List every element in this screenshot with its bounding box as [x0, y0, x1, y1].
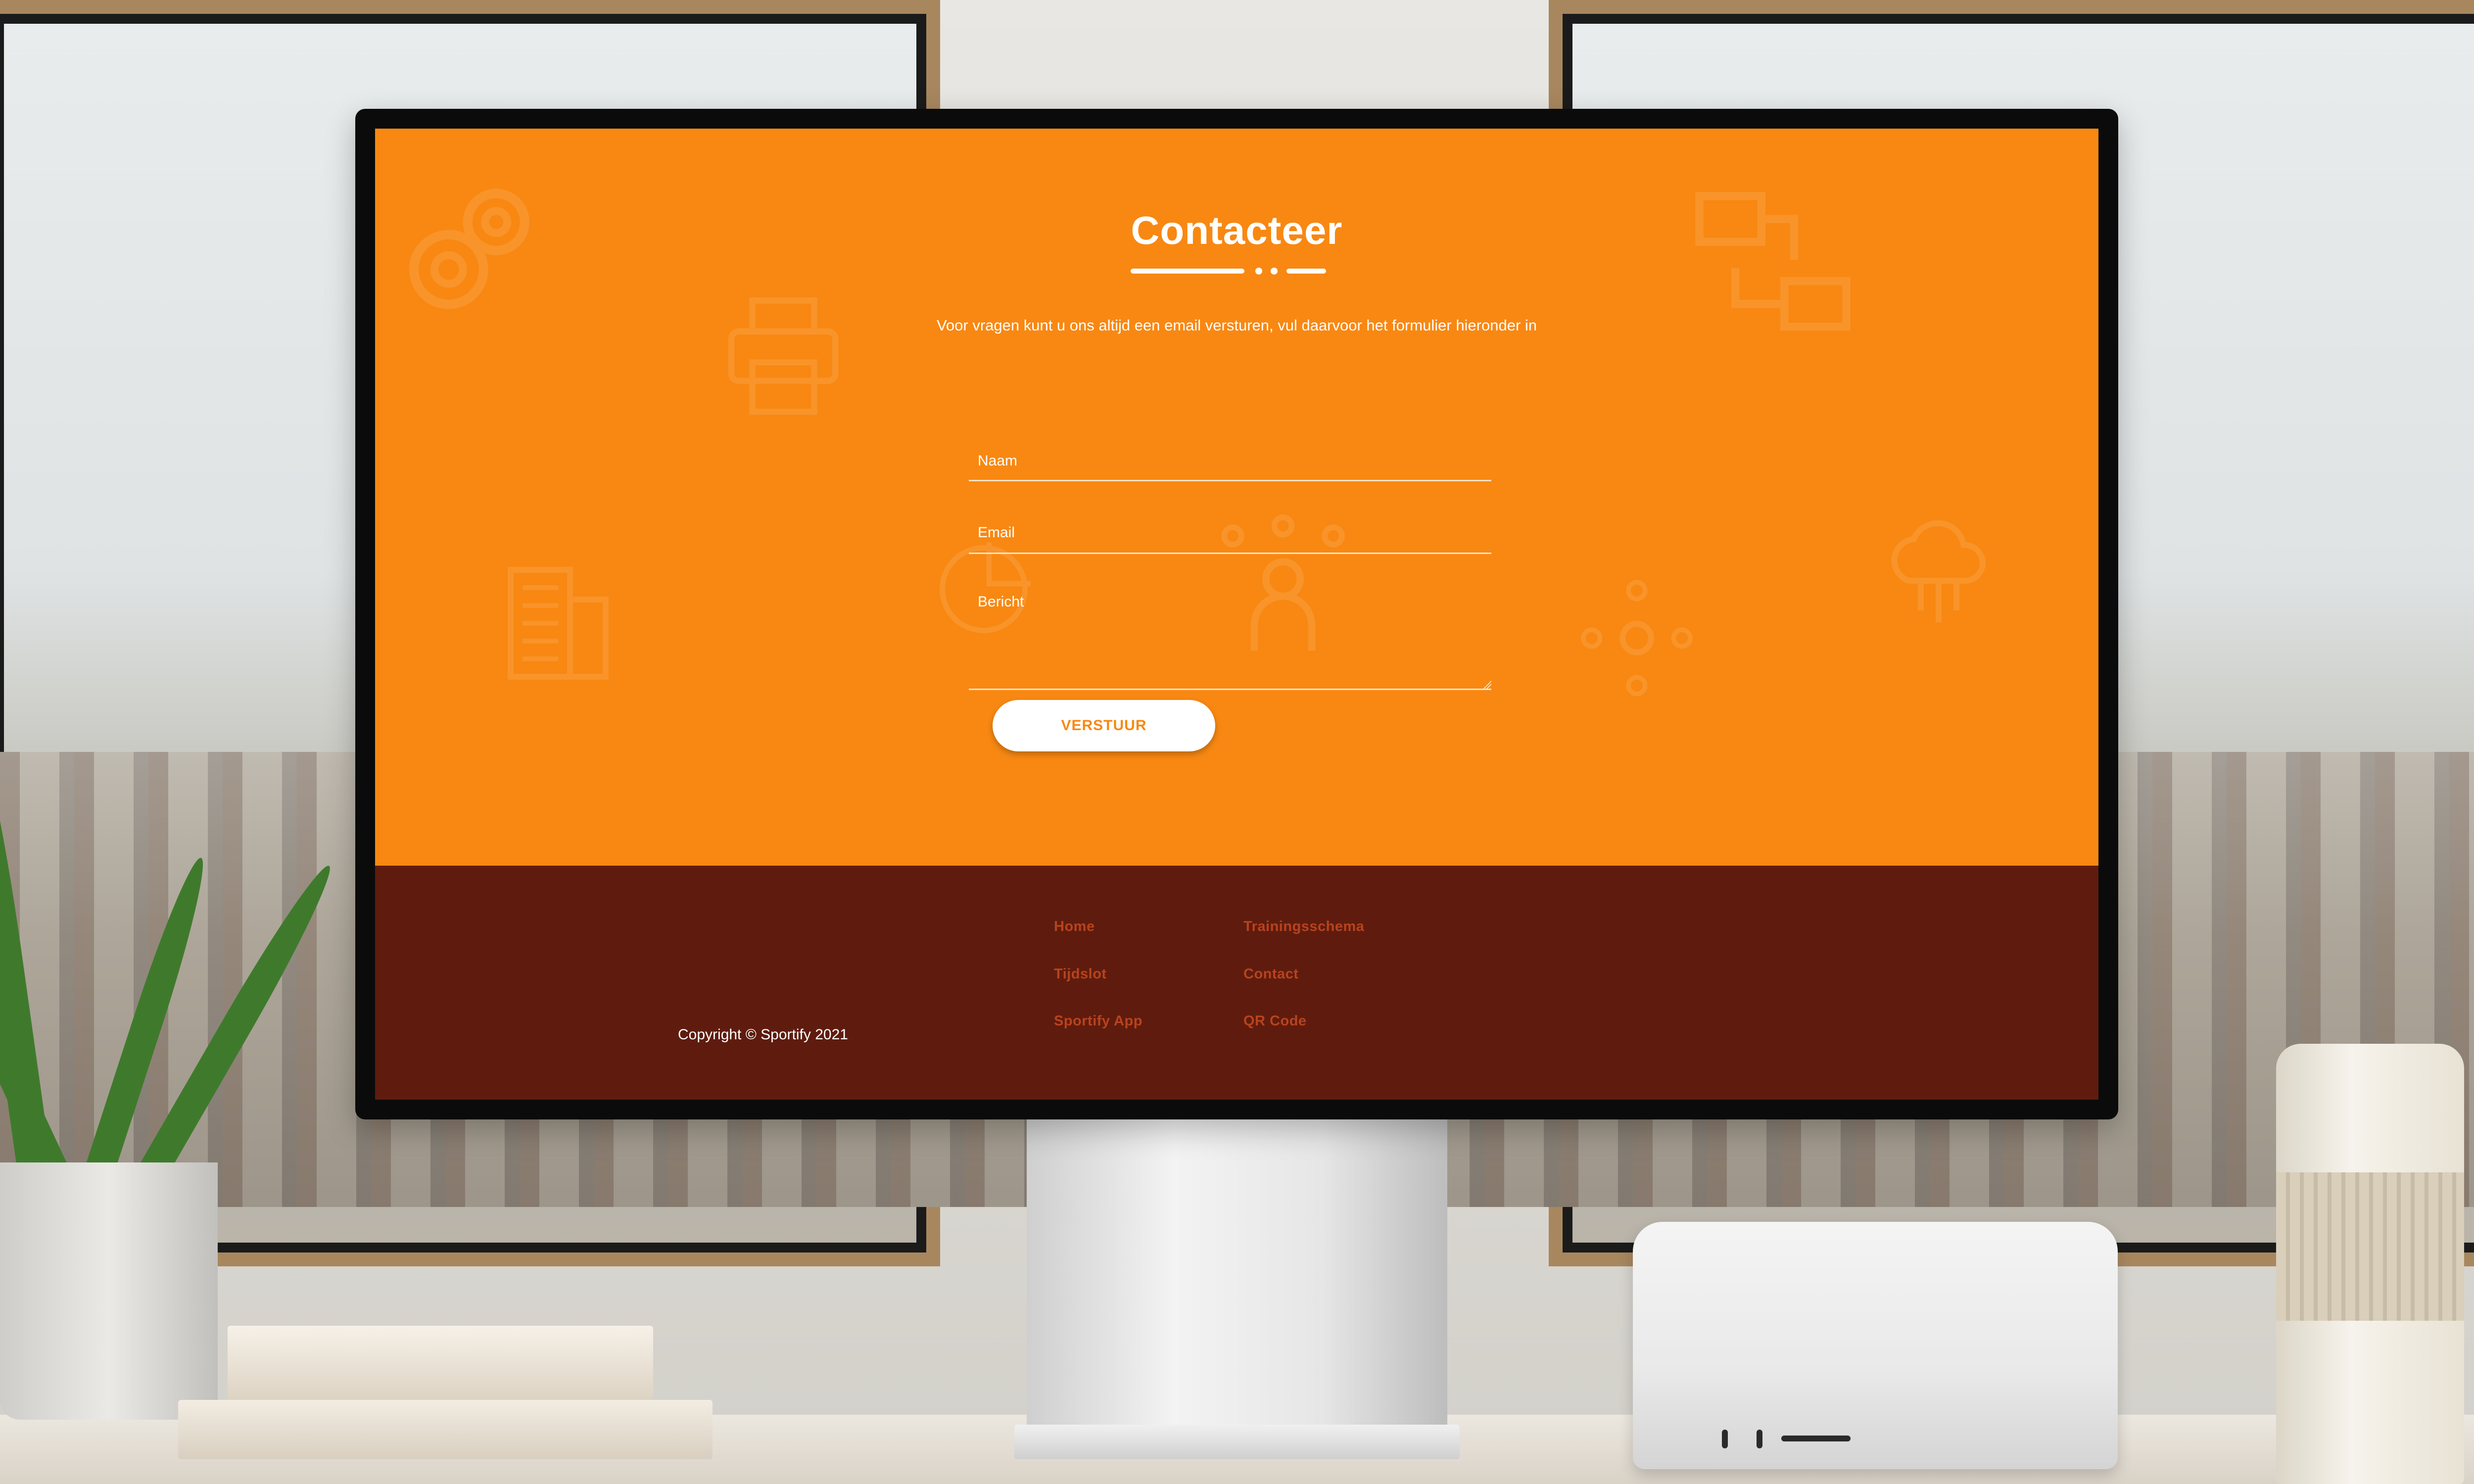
monitor: Contacteer Voor vragen kunt u ons altijd…	[355, 109, 2118, 1119]
intro-text: Voor vragen kunt u ons altijd een email …	[936, 317, 1537, 334]
title-underline	[1131, 269, 1244, 274]
name-placeholder: Naam	[978, 453, 1018, 469]
footer: Home Trainingsschema Tijdslot Contact Sp…	[375, 866, 2098, 1100]
footer-link-qr-code[interactable]: QR Code	[1243, 1013, 1307, 1029]
contact-section: Contacteer Voor vragen kunt u ons altijd…	[375, 129, 2098, 866]
travel-cup-grip	[2276, 1172, 2464, 1321]
title-underline-dot	[1271, 268, 1278, 275]
monitor-stand-base	[1014, 1425, 1460, 1459]
copyright-text: Copyright © Sportify 2021	[678, 1026, 848, 1043]
printer-icon	[728, 297, 839, 415]
title-underline-dot	[1255, 268, 1262, 275]
name-field[interactable]: Naam	[969, 416, 1491, 481]
book	[228, 1326, 653, 1400]
building-icon	[508, 567, 609, 680]
footer-link-home[interactable]: Home	[1054, 919, 1095, 935]
message-placeholder: Bericht	[978, 594, 1024, 610]
cloud-network-icon	[1891, 520, 1986, 622]
hub-icon	[1581, 580, 1693, 696]
email-placeholder: Email	[978, 524, 1015, 541]
footer-link-tijdslot[interactable]: Tijdslot	[1054, 966, 1107, 982]
book	[178, 1400, 713, 1459]
monitor-stand	[1027, 1113, 1447, 1454]
footer-link-contact[interactable]: Contact	[1243, 966, 1298, 982]
title-underline	[1286, 269, 1326, 274]
website-screen: Contacteer Voor vragen kunt u ons altijd…	[375, 129, 2098, 1100]
message-textarea[interactable]: Bericht	[969, 559, 1491, 690]
footer-link-sportify-app[interactable]: Sportify App	[1054, 1013, 1142, 1029]
page-title: Contacteer	[1131, 208, 1343, 252]
textarea-resize-handle[interactable]	[1482, 680, 1491, 689]
email-field[interactable]: Email	[969, 490, 1491, 554]
submit-button[interactable]: VERSTUUR	[993, 700, 1215, 751]
desktop-computer	[1633, 1222, 2118, 1469]
footer-link-trainingsschema[interactable]: Trainingsschema	[1243, 919, 1364, 935]
plant-pot	[0, 1162, 218, 1420]
